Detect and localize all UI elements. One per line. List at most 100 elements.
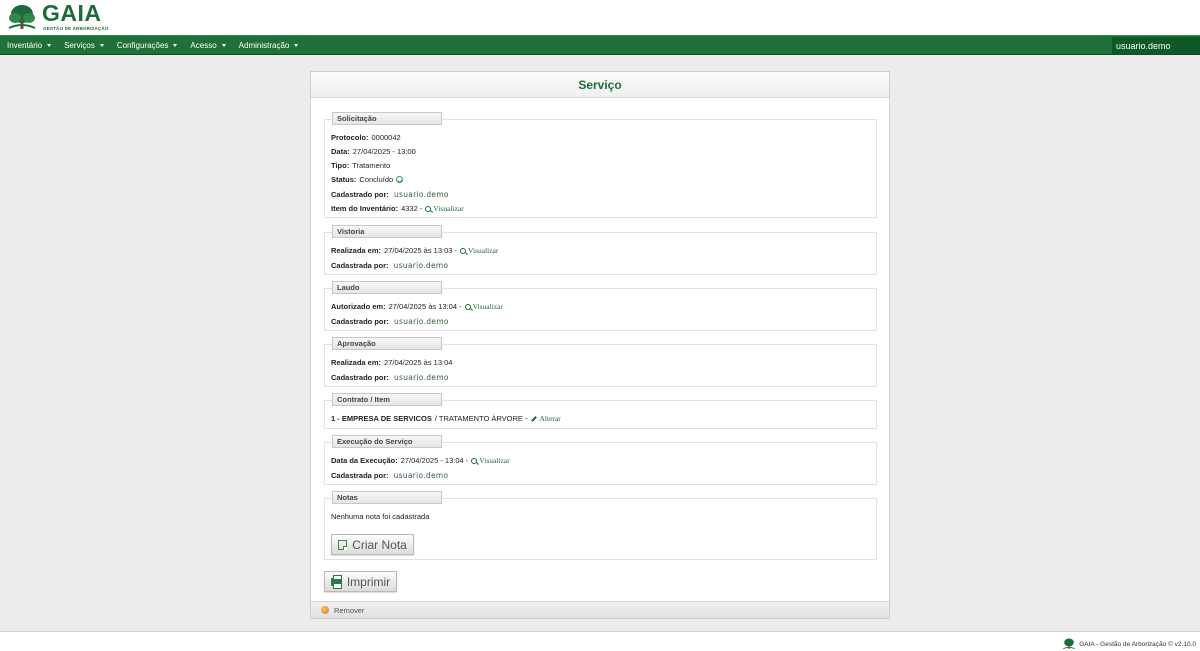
legend-laudo: Laudo [332,281,442,294]
user-name: usuario.demo [393,373,449,382]
page-footer: GAIA - Gestão de Arborização © v2.10.0 [0,631,1200,651]
row-autorizado: Autorizado em: 27/04/2025 às 13:04 - Visua… [331,302,503,311]
label: Realizada em: [331,246,382,255]
fieldset-execucao: Execução do Serviço Data da Execução: 27/… [324,435,877,485]
legend-aprovacao: Aprovação [332,337,442,350]
row-data: Data: 27/04/2025 - 13:00 [331,147,416,156]
page-title: Serviço [578,77,622,92]
brand-name: GAIA [42,0,102,26]
tree-logo-icon [1063,638,1076,650]
row-cadastrado: Cadastrado por: usuario.demo [331,317,449,326]
fieldset-laudo: Laudo Autorizado em: 27/04/2025 às 13:04 … [324,281,877,331]
gaia-logo[interactable]: GAIA GESTÃO DE ARBORIZAÇÃO [6,0,108,33]
view-execucao-link[interactable]: Visualizar [471,456,510,465]
button-label: Criar Nota [352,537,407,552]
nav-inventario[interactable]: Inventário [1,35,57,55]
link-text: Remover [334,605,365,615]
remover-link[interactable]: Remover [321,606,364,615]
value: 4332 - [401,204,423,213]
criar-nota-button[interactable]: Criar Nota [331,534,414,555]
empresa: 1 - EMPRESA DE SERVICOS [331,414,432,423]
alterar-link[interactable]: Alterar [530,414,561,423]
label: Autorizado em: [331,302,386,311]
fieldset-aprovacao: Aprovação Realizada em: 27/04/2025 às 13:… [324,337,877,387]
value: Tratamento [352,161,391,170]
row-cadastrada: Cadastrada por: usuario.demo [331,471,448,480]
caret-down-icon [173,44,178,47]
pencil-icon [530,415,537,422]
caret-down-icon [294,44,299,47]
label: Cadastrado por: [331,190,389,199]
label: Status: [331,175,357,184]
panel-footer: Remover [311,601,889,618]
nav-label: Serviços [64,40,95,50]
legend-execucao: Execução do Serviço [332,435,442,448]
fieldset-contrato: Contrato / Item 1 - EMPRESA DE SERVICOS /… [324,393,877,429]
caret-down-icon [47,44,52,47]
view-item-link[interactable]: Visualizar [425,204,464,213]
main-navbar: Inventário Serviços Configurações Acesso… [0,35,1200,55]
legend-vistoria: Vistoria [332,225,442,238]
zoom-icon [460,247,467,254]
link-text: Visualizar [433,204,464,213]
nav-administracao[interactable]: Administração [233,35,305,55]
link-text: Visualizar [468,246,499,255]
link-text: Visualizar [472,302,503,311]
panel-header: Serviço [311,72,889,98]
nav-label: Acesso [190,40,217,50]
user-name: usuario.demo [393,261,449,270]
fieldset-notas: Notas Nenhuma nota foi cadastrada Criar … [324,491,877,560]
button-label: Imprimir [346,574,391,589]
row-protocolo: Protocolo: 0000042 [331,133,401,142]
value: 27/04/2025 - 13:04 - [400,456,469,465]
row-tipo: Tipo: Tratamento [331,161,390,170]
label: Protocolo: [331,133,369,142]
label: Data: [331,147,350,156]
view-laudo-link[interactable]: Visualizar [464,302,503,311]
value: Nenhuma nota foi cadastrada [331,512,430,521]
zoom-icon [471,457,478,464]
header: GAIA GESTÃO DE ARBORIZAÇÃO [0,0,1200,35]
row-contrato: 1 - EMPRESA DE SERVICOS / TRATAMENTO ÁRVO… [331,414,561,423]
value: 27/04/2025 às 13:04 [384,358,453,367]
row-data-execucao: Data da Execução: 27/04/2025 - 13:04 - Vis… [331,456,510,465]
check-circle-icon [396,176,404,183]
user-menu[interactable]: usuario.demo [1112,37,1200,54]
nav-servicos[interactable]: Serviços [58,35,110,55]
value: 27/04/2025 - 13:00 [352,147,416,156]
view-vistoria-link[interactable]: Visualizar [460,246,498,255]
nav-label: Configurações [116,40,169,50]
row-realizada: Realizada em: 27/04/2025 às 13:04 [331,358,452,367]
footer-text: GAIA - Gestão de Arborização © v2.10.0 [1079,640,1196,648]
nav-configuracoes[interactable]: Configurações [111,35,184,55]
zoom-icon [425,205,432,212]
notas-empty-text: Nenhuma nota foi cadastrada [331,512,429,521]
label: Realizada em: [331,358,382,367]
row-cadastrado: Cadastrado por: usuario.demo [331,373,449,382]
legend-contrato: Contrato / Item [332,393,442,406]
brand-tagline: GESTÃO DE ARBORIZAÇÃO [43,26,109,31]
note-icon [338,539,348,550]
value: 27/04/2025 às 13:03 - [384,246,458,255]
service-panel: Serviço Solicitação Protocolo: 0000042 Da… [310,71,890,619]
tree-logo-icon [8,5,36,29]
row-item-inventario: Item do Inventário: 4332 - Visualizar [331,204,464,213]
label: Tipo: [331,161,350,170]
user-name: usuario.demo [393,190,449,199]
fieldset-solicitacao: Solicitação Protocolo: 0000042 Data: 27/04… [324,112,877,218]
user-name: usuario.demo [393,317,449,326]
value: 27/04/2025 às 13:04 - [388,302,462,311]
value: 0000042 [371,133,401,142]
nav-label: Inventário [7,40,43,50]
label: Data da Execução: [331,456,398,465]
value: Concluído [359,175,394,184]
legend-solicitacao: Solicitação [332,112,442,125]
caret-down-icon [221,44,226,47]
user-name: usuario.demo [393,471,449,480]
label: Item do Inventário: [331,204,399,213]
nav-acesso[interactable]: Acesso [184,35,231,55]
imprimir-button[interactable]: Imprimir [324,571,397,592]
zoom-icon [464,303,471,310]
label: Cadastrada por: [331,471,389,480]
remove-icon [321,606,329,614]
